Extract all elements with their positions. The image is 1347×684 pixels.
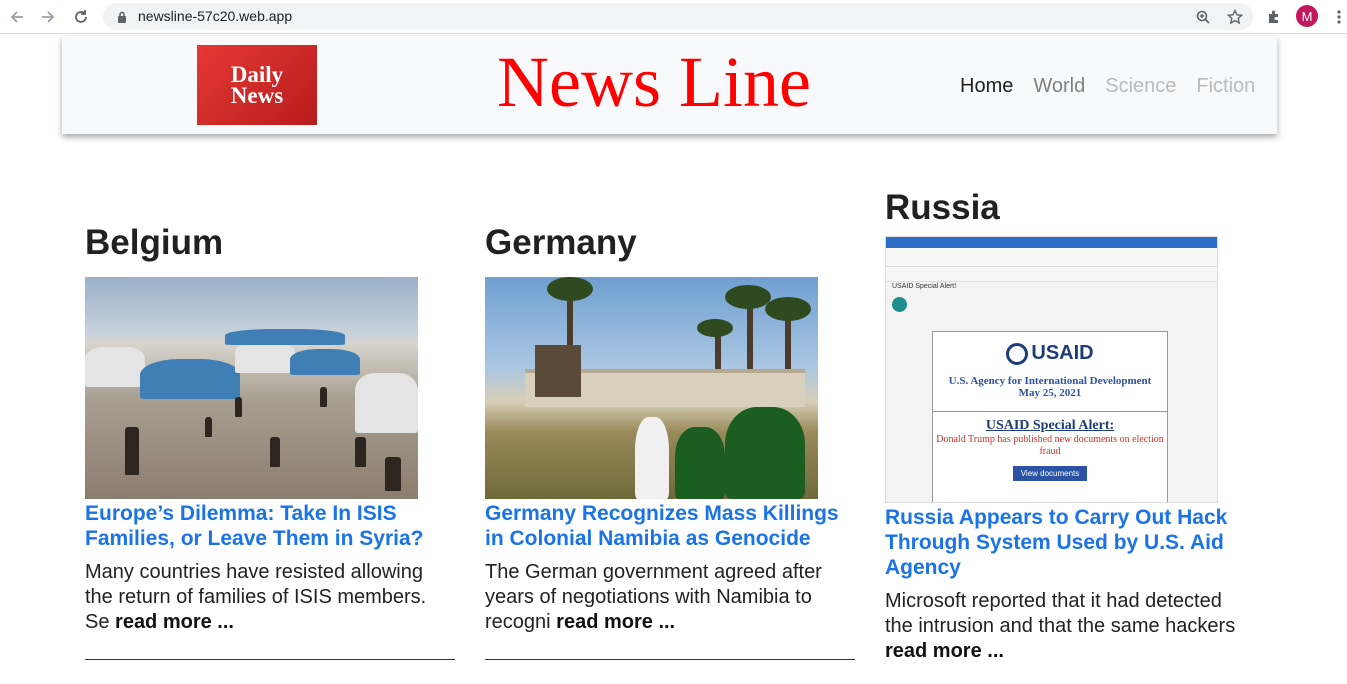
- back-arrow-icon[interactable]: [6, 6, 28, 28]
- browser-toolbar: newsline-57c20.web.app M: [0, 0, 1347, 34]
- email-date: May 25, 2021: [1018, 387, 1082, 399]
- article-card-russia: Russia USAID Special Alert! USAID U.S. A…: [885, 186, 1255, 664]
- logo-line2: News: [230, 83, 284, 108]
- article-summary: Many countries have resisted allowing th…: [85, 560, 455, 635]
- nav-home[interactable]: Home: [960, 75, 1013, 98]
- logo-line1: Daily: [230, 62, 284, 87]
- nav-fiction[interactable]: Fiction: [1196, 75, 1255, 98]
- daily-news-logo[interactable]: Daily News: [197, 45, 317, 125]
- agency-name: U.S. Agency for International Developmen…: [948, 375, 1152, 387]
- summary-text: Microsoft reported that it had detected …: [885, 590, 1236, 637]
- nav-science[interactable]: Science: [1105, 75, 1176, 98]
- url-text: newsline-57c20.web.app: [138, 8, 293, 24]
- zoom-icon[interactable]: [1193, 7, 1213, 27]
- section-heading: Germany: [485, 223, 637, 262]
- seal-icon: [1006, 342, 1029, 365]
- section-heading: Russia: [885, 188, 1000, 227]
- article-headline-link[interactable]: Russia Appears to Carry Out Hack Through…: [885, 505, 1255, 580]
- bookmark-star-icon[interactable]: [1225, 7, 1245, 27]
- reload-icon[interactable]: [70, 6, 92, 28]
- article-card-germany: Germany Germany Recognizes Mass Killings…: [485, 221, 855, 660]
- sender-avatar: [892, 297, 907, 312]
- email-subject: USAID Special Alert!: [892, 283, 957, 290]
- article-divider: [485, 659, 855, 660]
- forward-arrow-icon[interactable]: [37, 6, 59, 28]
- extensions-puzzle-icon[interactable]: [1263, 6, 1285, 28]
- menu-kebab-icon[interactable]: [1328, 6, 1347, 28]
- article-image[interactable]: [485, 277, 818, 499]
- article-headline-link[interactable]: Germany Recognizes Mass Killings in Colo…: [485, 501, 855, 551]
- article-divider: [85, 659, 455, 660]
- site-header: Daily News News Line Home World Science …: [62, 36, 1277, 134]
- site-title: News Line: [497, 42, 811, 122]
- main-nav: Home World Science Fiction: [960, 75, 1255, 98]
- nav-world[interactable]: World: [1033, 75, 1085, 98]
- article-headline-link[interactable]: Europe’s Dilemma: Take In ISIS Families,…: [85, 501, 455, 551]
- article-card-belgium: Belgium Europe’s Dilemma: Take In ISIS F…: [85, 221, 455, 660]
- usaid-logo: USAID: [933, 342, 1167, 365]
- lock-icon: [117, 10, 127, 28]
- alert-title: USAID Special Alert:: [933, 411, 1167, 434]
- read-more-link[interactable]: read more ...: [885, 640, 1004, 662]
- article-image[interactable]: USAID Special Alert! USAID U.S. Agency f…: [885, 236, 1218, 503]
- article-summary: Microsoft reported that it had detected …: [885, 589, 1255, 664]
- read-more-link[interactable]: read more ...: [556, 611, 675, 633]
- article-summary: The German government agreed after years…: [485, 560, 855, 635]
- address-bar[interactable]: newsline-57c20.web.app: [103, 3, 1253, 30]
- usaid-logo-text: USAID: [1031, 342, 1094, 364]
- email-card: USAID U.S. Agency for International Deve…: [932, 331, 1168, 502]
- alert-text: Donald Trump has published new documents…: [936, 434, 1164, 457]
- profile-avatar[interactable]: M: [1296, 5, 1318, 27]
- section-heading: Belgium: [85, 223, 224, 262]
- article-image[interactable]: [85, 277, 418, 499]
- read-more-link[interactable]: read more ...: [115, 611, 234, 633]
- view-documents-button: View documents: [1012, 466, 1088, 481]
